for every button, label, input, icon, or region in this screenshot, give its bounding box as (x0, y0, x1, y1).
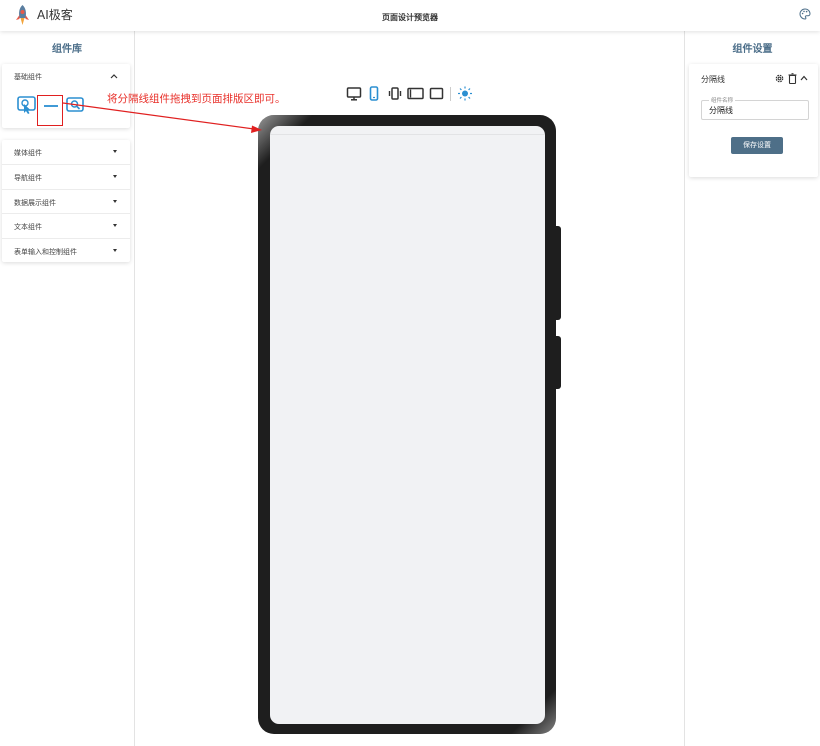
phone-frame (258, 115, 556, 734)
theme-sun-icon[interactable] (457, 86, 473, 101)
tablet-icon[interactable] (429, 86, 444, 101)
device-toolbar (346, 86, 476, 102)
category-text[interactable]: 文本组件 (2, 213, 130, 237)
mobile-icon[interactable] (368, 86, 380, 101)
basic-components-header[interactable]: 基础组件 (2, 64, 130, 88)
trash-icon[interactable] (788, 73, 797, 84)
selected-component-name: 分隔线 (701, 75, 725, 84)
caret-down-icon (113, 224, 117, 228)
caret-down-icon (113, 199, 117, 203)
vibrate-icon[interactable] (387, 86, 403, 101)
tablet-landscape-icon[interactable] (407, 86, 424, 101)
image-search-component-icon[interactable] (65, 95, 85, 115)
category-form-input[interactable]: 表单输入和控制组件 (2, 237, 130, 262)
category-data-display[interactable]: 数据展示组件 (2, 188, 130, 213)
desktop-icon[interactable] (346, 86, 362, 101)
chevron-up-icon[interactable] (110, 73, 118, 79)
gear-icon[interactable] (774, 73, 785, 84)
component-library-title: 组件库 (52, 44, 82, 55)
basic-components-label: 基础组件 (14, 73, 42, 81)
component-name-field-value: 分隔线 (709, 106, 733, 115)
button-component-icon[interactable] (17, 95, 37, 115)
component-name-field-label: 组件名称 (709, 96, 736, 104)
highlight-box (37, 95, 63, 126)
top-bar: AI极客 页面设计预览器 (0, 0, 820, 31)
component-settings-panel: 组件设置 分隔线 组件名称 分隔线 保存设置 (684, 31, 820, 746)
category-label: 文本组件 (14, 223, 42, 232)
category-label: 媒体组件 (14, 149, 42, 157)
category-label: 导航组件 (14, 174, 42, 183)
annotation-text: 将分隔线组件拖拽到页面排版区即可。 (107, 93, 286, 105)
page-canvas-dropzone[interactable] (270, 126, 545, 724)
settings-actions (774, 73, 810, 85)
category-media[interactable]: 媒体组件 (2, 140, 130, 164)
category-label: 表单输入和控制组件 (14, 247, 77, 256)
screen-divider (270, 134, 545, 135)
category-navigation[interactable]: 导航组件 (2, 164, 130, 188)
caret-down-icon (113, 175, 117, 179)
toolbar-divider (450, 87, 451, 101)
save-settings-button[interactable]: 保存设置 (731, 137, 783, 154)
component-library-panel: 组件库 基础组件 媒体组件 导航组件 数据展示组件 文本组件 表单输入和控制组件 (0, 31, 135, 746)
settings-card: 分隔线 组件名称 分隔线 保存设置 (689, 64, 818, 177)
category-label: 数据展示组件 (14, 198, 56, 207)
component-settings-title: 组件设置 (732, 44, 773, 55)
caret-down-icon (113, 150, 117, 153)
category-list: 媒体组件 导航组件 数据展示组件 文本组件 表单输入和控制组件 (2, 140, 130, 262)
component-name-field[interactable]: 组件名称 分隔线 (701, 96, 809, 120)
caret-down-icon (113, 248, 117, 252)
page-title: 页面设计预览器 (382, 13, 438, 22)
chevron-up-icon[interactable] (800, 74, 808, 82)
palette-icon[interactable] (799, 8, 811, 20)
